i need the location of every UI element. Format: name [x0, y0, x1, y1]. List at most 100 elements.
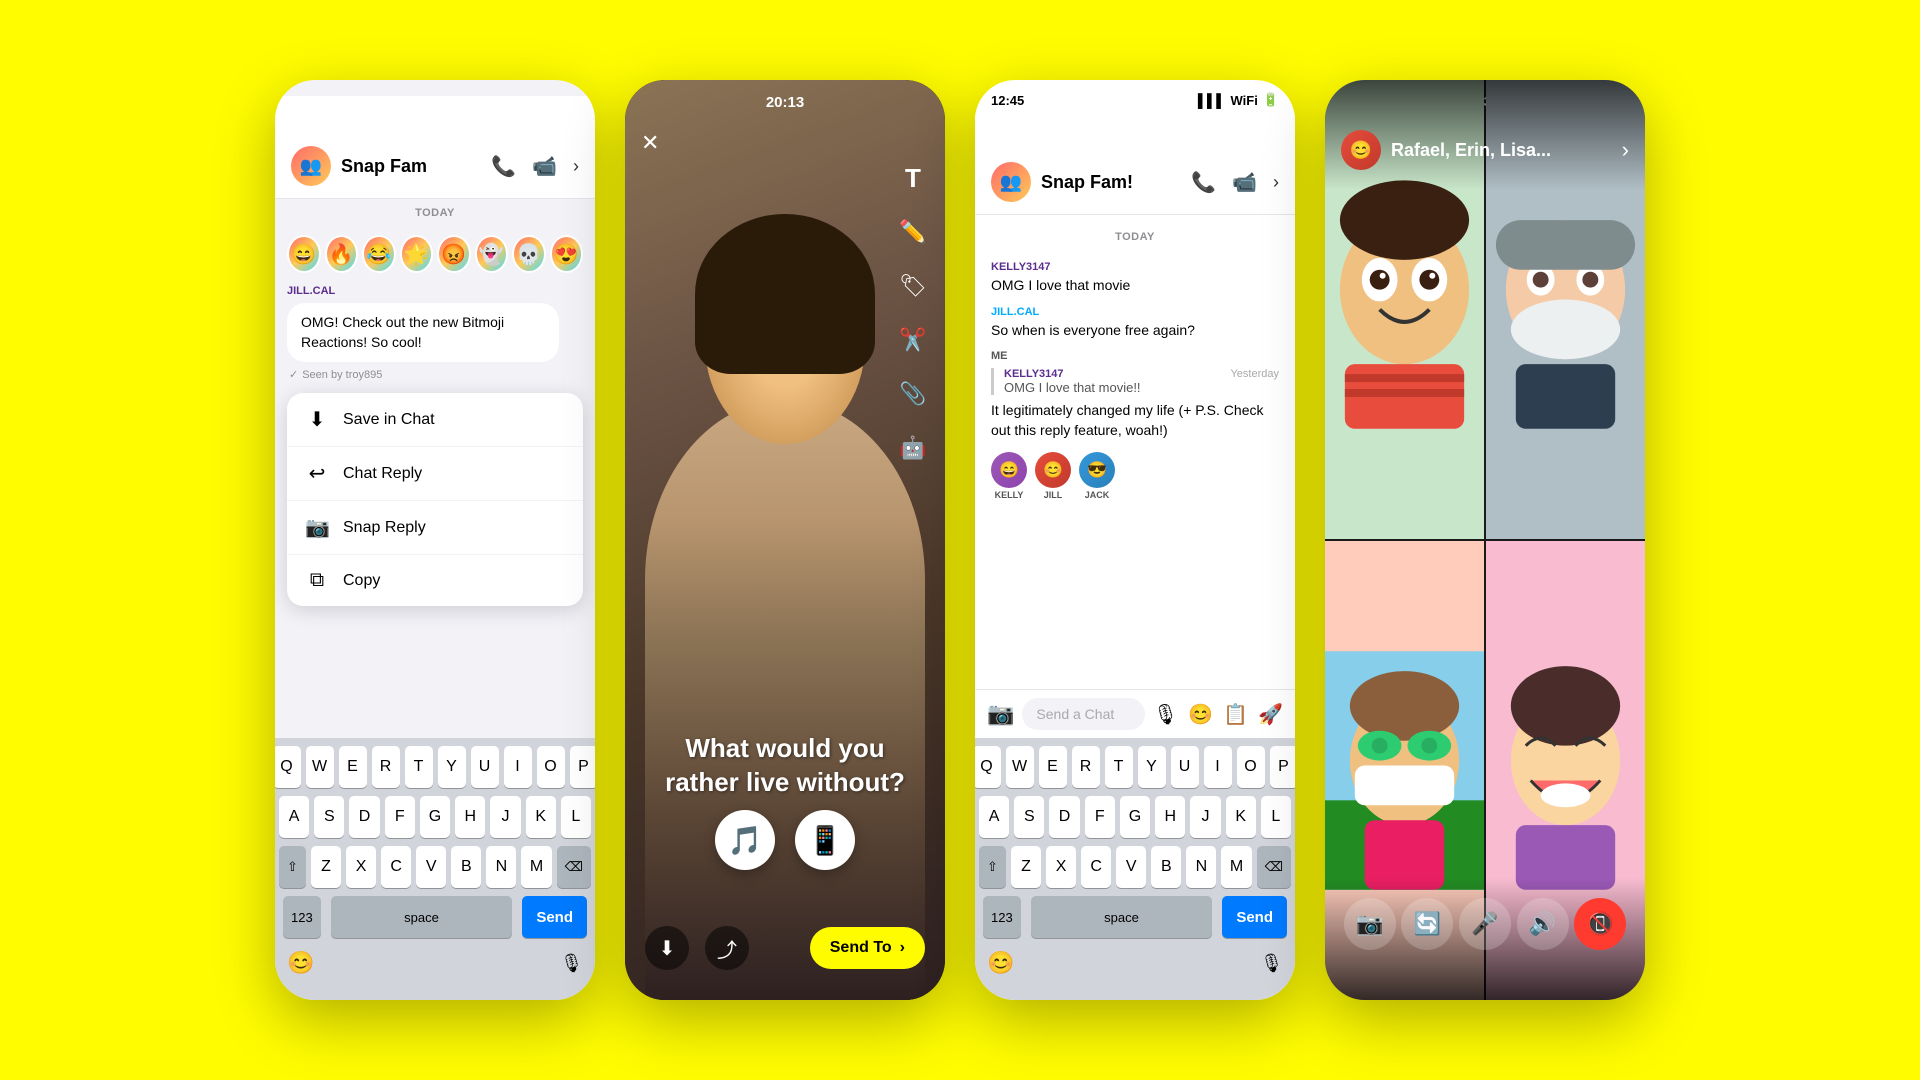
p3-mic-key[interactable]: 🎙 [1260, 953, 1283, 974]
send-to-button[interactable]: Send To › [810, 927, 925, 969]
p3-key-a[interactable]: A [979, 796, 1009, 838]
key-n[interactable]: N [486, 846, 516, 888]
p3-backspace-key[interactable]: ⌫ [1257, 846, 1291, 888]
chat-input-box[interactable]: Send a Chat [1022, 698, 1144, 730]
p3-key-f[interactable]: F [1085, 796, 1115, 838]
key-s[interactable]: S [314, 796, 344, 838]
space-key[interactable]: space [331, 896, 513, 938]
p3-key-q[interactable]: Q [975, 746, 1001, 788]
phone3-video-icon[interactable]: 📹 [1232, 170, 1257, 195]
share-button[interactable]: ⤴ [705, 926, 749, 970]
shift-key[interactable]: ⇧ [279, 846, 306, 888]
p3-key-o[interactable]: O [1237, 746, 1265, 788]
jill-avatar-group: 😊 JILL [1035, 452, 1071, 500]
p3-key-n[interactable]: N [1186, 846, 1216, 888]
p3-key-k[interactable]: K [1226, 796, 1256, 838]
chevron-icon[interactable]: › [573, 156, 579, 177]
key-u[interactable]: U [471, 746, 499, 788]
p3-space-key[interactable]: space [1031, 896, 1213, 938]
jill-avatar: 😊 [1035, 452, 1071, 488]
mute-button[interactable]: 🎤 [1459, 898, 1511, 950]
phone3-call-icon[interactable]: 📞 [1191, 170, 1216, 195]
key-x[interactable]: X [346, 846, 376, 888]
p3-key-t[interactable]: T [1105, 746, 1133, 788]
key-f[interactable]: F [385, 796, 415, 838]
send-to-label: Send To [830, 939, 892, 957]
choice-music[interactable]: 🎵 [715, 810, 775, 870]
p3-key-i[interactable]: I [1204, 746, 1232, 788]
key-t[interactable]: T [405, 746, 433, 788]
p3-key-v[interactable]: V [1116, 846, 1146, 888]
p3-key-m[interactable]: M [1221, 846, 1251, 888]
rocket-input-icon[interactable]: 🚀 [1258, 702, 1283, 727]
key-v[interactable]: V [416, 846, 446, 888]
p3-key-p[interactable]: P [1270, 746, 1296, 788]
p3-key-x[interactable]: X [1046, 846, 1076, 888]
speaker-button[interactable]: 🔊 [1517, 898, 1569, 950]
p3-send-key[interactable]: Send [1222, 896, 1287, 938]
key-y[interactable]: Y [438, 746, 466, 788]
num-key[interactable]: 123 [283, 896, 321, 938]
camera-toggle-button[interactable]: 📷 [1344, 898, 1396, 950]
key-d[interactable]: D [349, 796, 379, 838]
sticker-input-icon[interactable]: 📋 [1223, 702, 1248, 727]
key-h[interactable]: H [455, 796, 485, 838]
call-chevron[interactable]: › [1622, 137, 1629, 163]
backspace-key[interactable]: ⌫ [557, 846, 591, 888]
p3-num-key[interactable]: 123 [983, 896, 1021, 938]
p3-key-u[interactable]: U [1171, 746, 1199, 788]
mic-key[interactable]: 🎙 [560, 953, 583, 974]
end-call-button[interactable]: 📵 [1574, 898, 1626, 950]
key-c[interactable]: C [381, 846, 411, 888]
key-e[interactable]: E [339, 746, 367, 788]
p3-key-e[interactable]: E [1039, 746, 1067, 788]
p3-shift-key[interactable]: ⇧ [979, 846, 1006, 888]
key-r[interactable]: R [372, 746, 400, 788]
key-o[interactable]: O [537, 746, 565, 788]
p3-key-j[interactable]: J [1190, 796, 1220, 838]
kelly-sender: KELLY3147 [991, 261, 1279, 273]
p3-key-y[interactable]: Y [1138, 746, 1166, 788]
mic-input-icon[interactable]: 🎙 [1153, 702, 1178, 727]
key-z[interactable]: Z [311, 846, 341, 888]
key-g[interactable]: G [420, 796, 450, 838]
snap-reply-option[interactable]: 📷 Snap Reply [287, 501, 583, 555]
p3-key-r[interactable]: R [1072, 746, 1100, 788]
save-in-chat-option[interactable]: ⬇ Save in Chat [287, 393, 583, 447]
p3-key-z[interactable]: Z [1011, 846, 1041, 888]
emoji-input-icon[interactable]: 😊 [1188, 702, 1213, 727]
send-key[interactable]: Send [522, 896, 587, 938]
key-i[interactable]: I [504, 746, 532, 788]
p3-key-b[interactable]: B [1151, 846, 1181, 888]
p3-emoji-key[interactable]: 😊 [987, 950, 1014, 976]
key-a[interactable]: A [279, 796, 309, 838]
copy-option[interactable]: ⧉ Copy [287, 555, 583, 606]
download-button[interactable]: ⬇ [645, 926, 689, 970]
key-m[interactable]: M [521, 846, 551, 888]
p3-key-h[interactable]: H [1155, 796, 1185, 838]
key-w[interactable]: W [306, 746, 334, 788]
close-button[interactable]: ✕ [641, 130, 659, 156]
phone3-chevron[interactable]: › [1273, 172, 1279, 193]
key-b[interactable]: B [451, 846, 481, 888]
jill-sender: JILL.CAL [991, 306, 1279, 318]
emoji-key[interactable]: 😊 [287, 950, 314, 976]
p3-key-g[interactable]: G [1120, 796, 1150, 838]
p3-key-s[interactable]: S [1014, 796, 1044, 838]
key-p[interactable]: P [570, 746, 596, 788]
key-k[interactable]: K [526, 796, 556, 838]
video-icon[interactable]: 📹 [532, 154, 557, 179]
call-icon[interactable]: 📞 [491, 154, 516, 179]
key-q[interactable]: Q [275, 746, 301, 788]
key-l[interactable]: L [561, 796, 591, 838]
key-j[interactable]: J [490, 796, 520, 838]
jack-avatar: 😎 [1079, 452, 1115, 488]
p3-key-w[interactable]: W [1006, 746, 1034, 788]
p3-key-l[interactable]: L [1261, 796, 1291, 838]
p3-key-c[interactable]: C [1081, 846, 1111, 888]
choice-phone[interactable]: 📱 [795, 810, 855, 870]
chat-reply-option[interactable]: ↩ Chat Reply [287, 447, 583, 501]
flip-camera-button[interactable]: 🔄 [1401, 898, 1453, 950]
camera-input-icon[interactable]: 📷 [987, 701, 1014, 727]
p3-key-d[interactable]: D [1049, 796, 1079, 838]
